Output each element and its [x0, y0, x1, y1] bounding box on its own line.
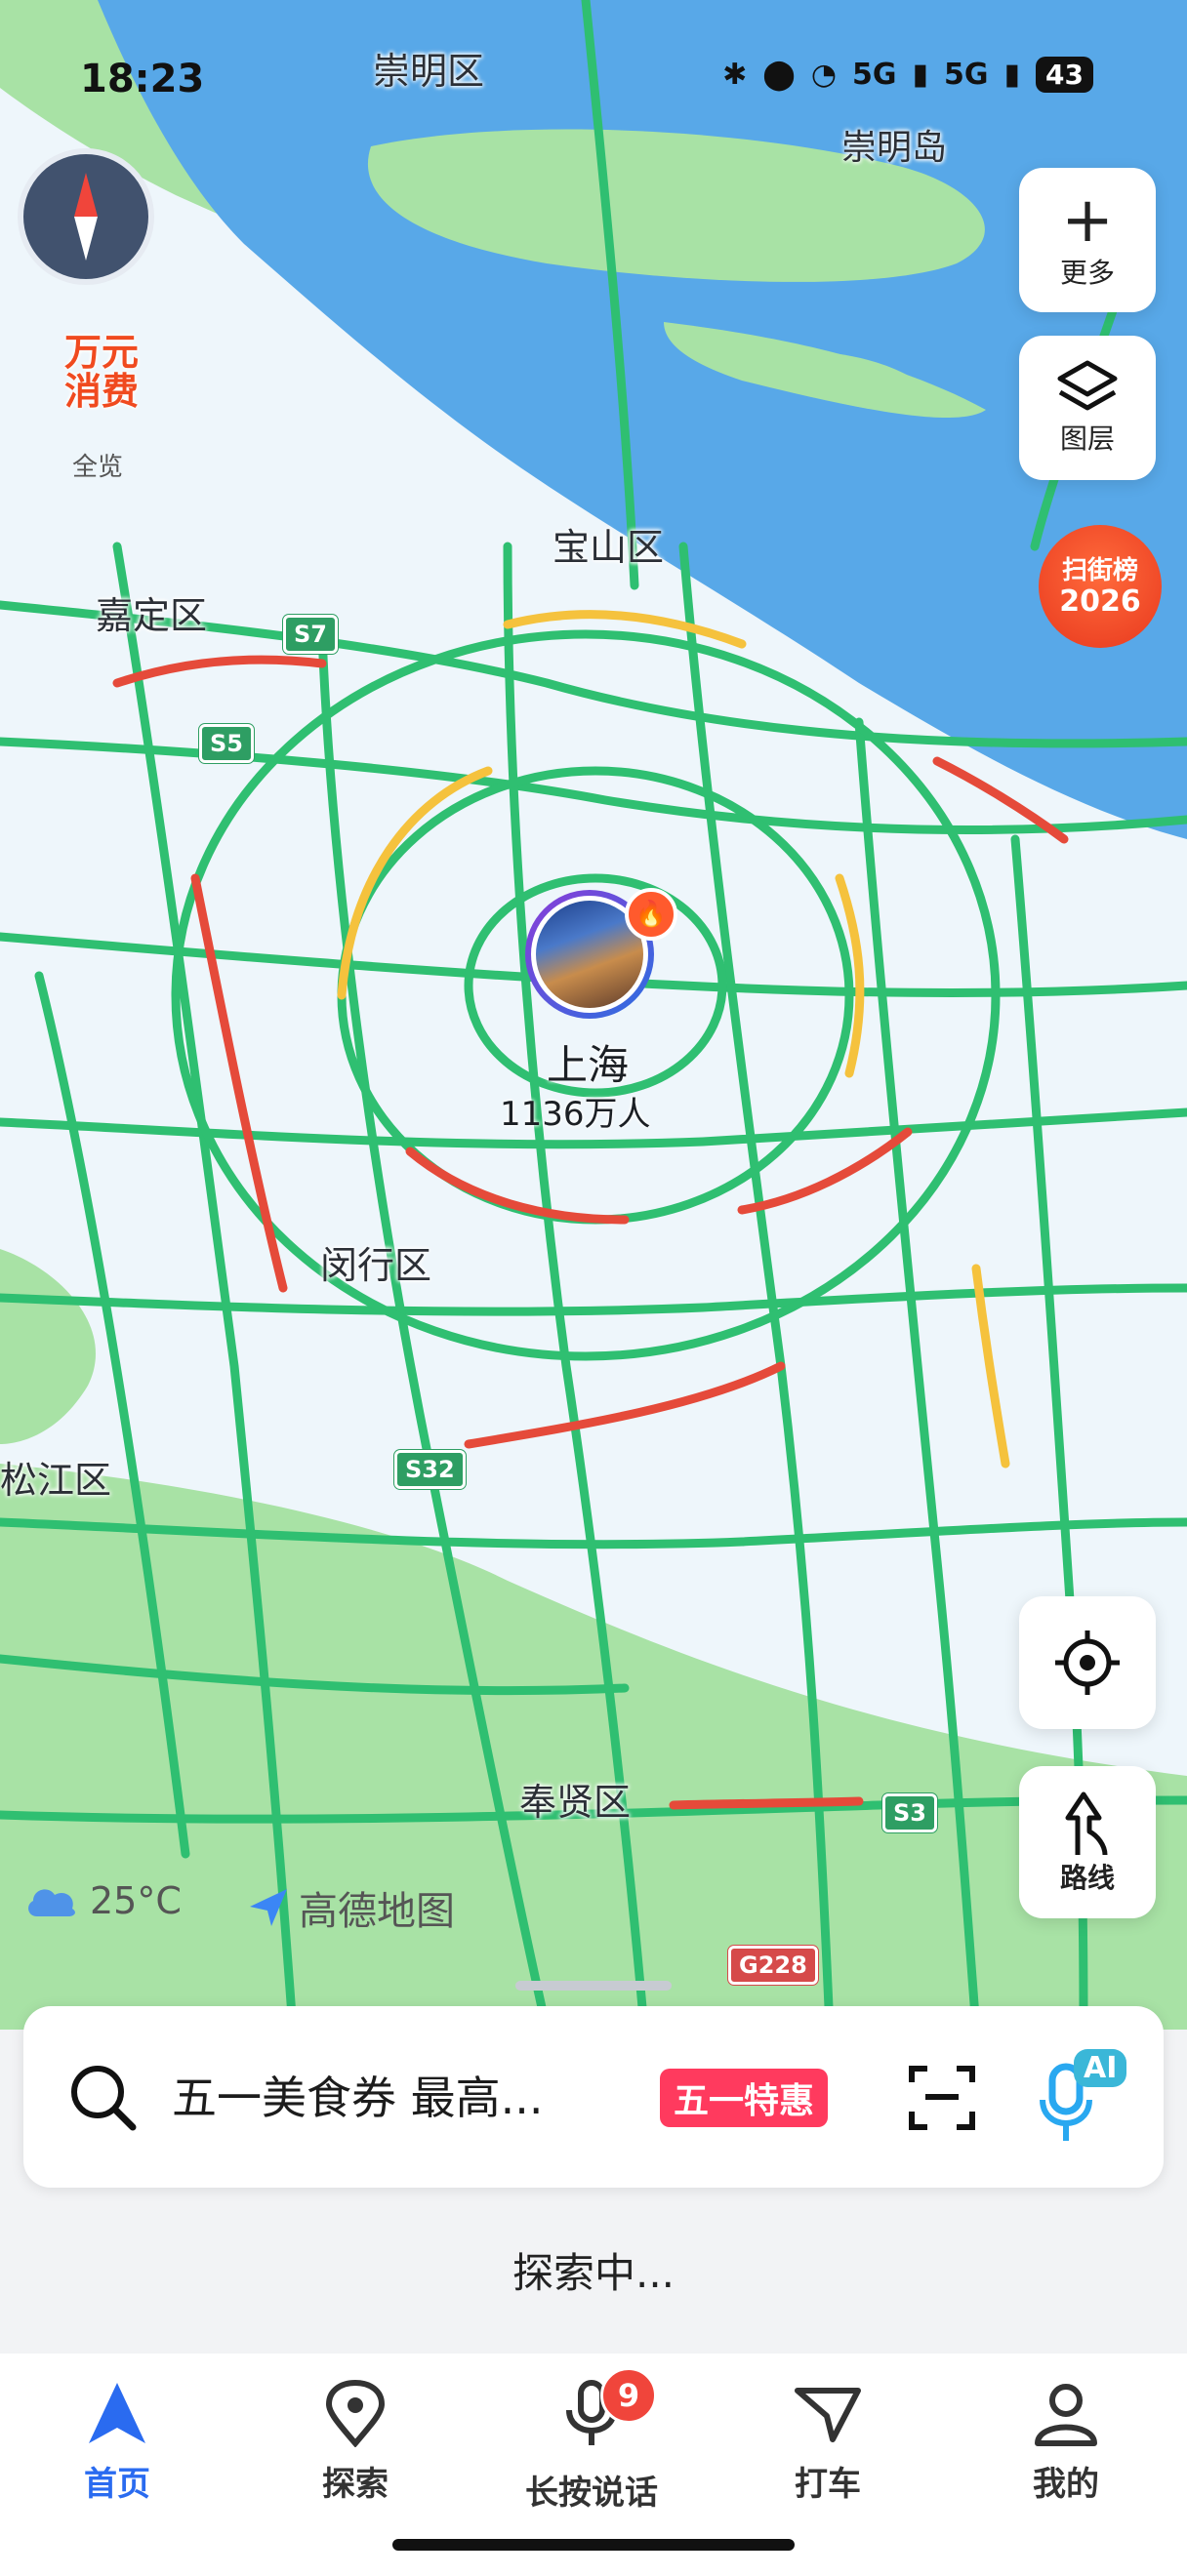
tab-voice-label: 长按说话 [525, 2474, 658, 2513]
tab-voice[interactable]: 9 长按说话 [494, 2367, 689, 2514]
city-name[interactable]: 上海 [547, 1032, 629, 1092]
status-time: 18:23 [80, 57, 205, 101]
signal-bars-icon: ▮ [912, 58, 929, 92]
taxi-icon [795, 2388, 861, 2442]
road-shield-s32: S32 [394, 1450, 466, 1489]
district-label-chongming: 崇明区 [373, 50, 485, 93]
layers-button[interactable]: 图层 [1019, 336, 1156, 480]
promo-top-text: 万元 [63, 331, 139, 374]
district-label-baoshan: 宝山区 [553, 526, 665, 569]
signal-5g-1: 5G [852, 58, 897, 92]
tab-taxi[interactable]: 打车 [730, 2379, 925, 2505]
district-label-fengxian: 奉贤区 [519, 1781, 632, 1824]
notification-badge: 9 [600, 2367, 657, 2424]
profile-icon [1035, 2384, 1097, 2446]
search-bar[interactable]: 五一美食券 最高... 五一特惠 AI [23, 2006, 1164, 2188]
signal-5g-2: 5G [944, 58, 989, 92]
layers-icon [1057, 360, 1118, 411]
city-population: 1136万人 [500, 1095, 651, 1134]
sheet-drag-handle[interactable] [515, 1981, 672, 1991]
cloud-icon [28, 1889, 75, 1916]
explore-status: 探索中... [512, 2249, 675, 2297]
compass-button[interactable] [18, 148, 154, 285]
search-query[interactable]: 五一美食券 最高... [172, 2063, 544, 2127]
district-label-songjiang: 松江区 [0, 1459, 112, 1502]
promo-bottom-text: 消费 [63, 370, 139, 413]
hot-flame-icon: 🔥 [625, 888, 677, 941]
status-icons: ✱ ⬤ ◔ 5G ▮ 5G ▮ 43 [722, 57, 1093, 93]
brand-name: 高德地图 [299, 1889, 455, 1934]
layers-label: 图层 [1059, 423, 1115, 455]
road-shield-g228: G228 [728, 1946, 818, 1985]
ranking-label: 扫街榜 [1061, 556, 1138, 585]
tab-profile[interactable]: 我的 [968, 2379, 1164, 2505]
road-shield-s7: S7 [283, 615, 338, 654]
route-arrow-icon [1065, 1791, 1108, 1856]
crosshair-icon [1055, 1630, 1120, 1695]
voice-icon-wrap: 9 [557, 2367, 657, 2456]
promo-badge[interactable]: 万元 消费 [43, 314, 160, 429]
ai-voice-button[interactable]: AI [1039, 2049, 1136, 2147]
search-icon [71, 2066, 137, 2131]
route-button[interactable]: 路线 [1019, 1766, 1156, 1918]
more-label: 更多 [1059, 257, 1115, 289]
district-label-chongming-island: 崇明岛 [841, 128, 948, 168]
locate-button[interactable] [1019, 1596, 1156, 1729]
bluetooth-icon: ✱ [722, 58, 748, 92]
scan-icon[interactable] [906, 2061, 978, 2133]
signal-bars-icon: ▮ [1003, 58, 1021, 92]
home-indicator[interactable] [392, 2539, 795, 2551]
weather-widget[interactable]: 25°C [23, 1879, 182, 1922]
location-icon: ⬤ [762, 58, 796, 92]
navigation-arrow-icon [89, 2383, 145, 2443]
road-shield-s5: S5 [199, 724, 254, 763]
location-pin-icon [325, 2379, 386, 2447]
district-label-minhang: 闵行区 [320, 1244, 432, 1287]
ranking-badge[interactable]: 扫街榜 2026 [1039, 525, 1162, 648]
district-label-jiading: 嘉定区 [96, 594, 208, 637]
route-label: 路线 [1059, 1862, 1115, 1894]
brand-logo: 高德地图 [246, 1879, 455, 1936]
road-shield-s3: S3 [882, 1793, 937, 1832]
ranking-year: 2026 [1059, 584, 1141, 619]
tab-taxi-label: 打车 [795, 2465, 861, 2504]
promo-tag[interactable]: 五一特惠 [660, 2069, 829, 2127]
tab-home[interactable]: 首页 [20, 2379, 215, 2505]
plus-icon: + [1061, 184, 1114, 257]
tab-profile-label: 我的 [1033, 2465, 1099, 2504]
more-button[interactable]: + 更多 [1019, 168, 1156, 312]
ai-label: AI [1074, 2049, 1127, 2087]
temperature: 25°C [90, 1879, 182, 1922]
tab-explore-label: 探索 [322, 2465, 389, 2504]
battery-level: 43 [1036, 57, 1093, 93]
tab-explore[interactable]: 探索 [258, 2379, 453, 2505]
amap-logo-icon [250, 1889, 287, 1926]
wifi-icon: ◔ [810, 58, 837, 92]
promo-caption: 全览 [72, 453, 124, 482]
tab-home-label: 首页 [84, 2465, 150, 2504]
compass-needle-icon [74, 173, 98, 261]
